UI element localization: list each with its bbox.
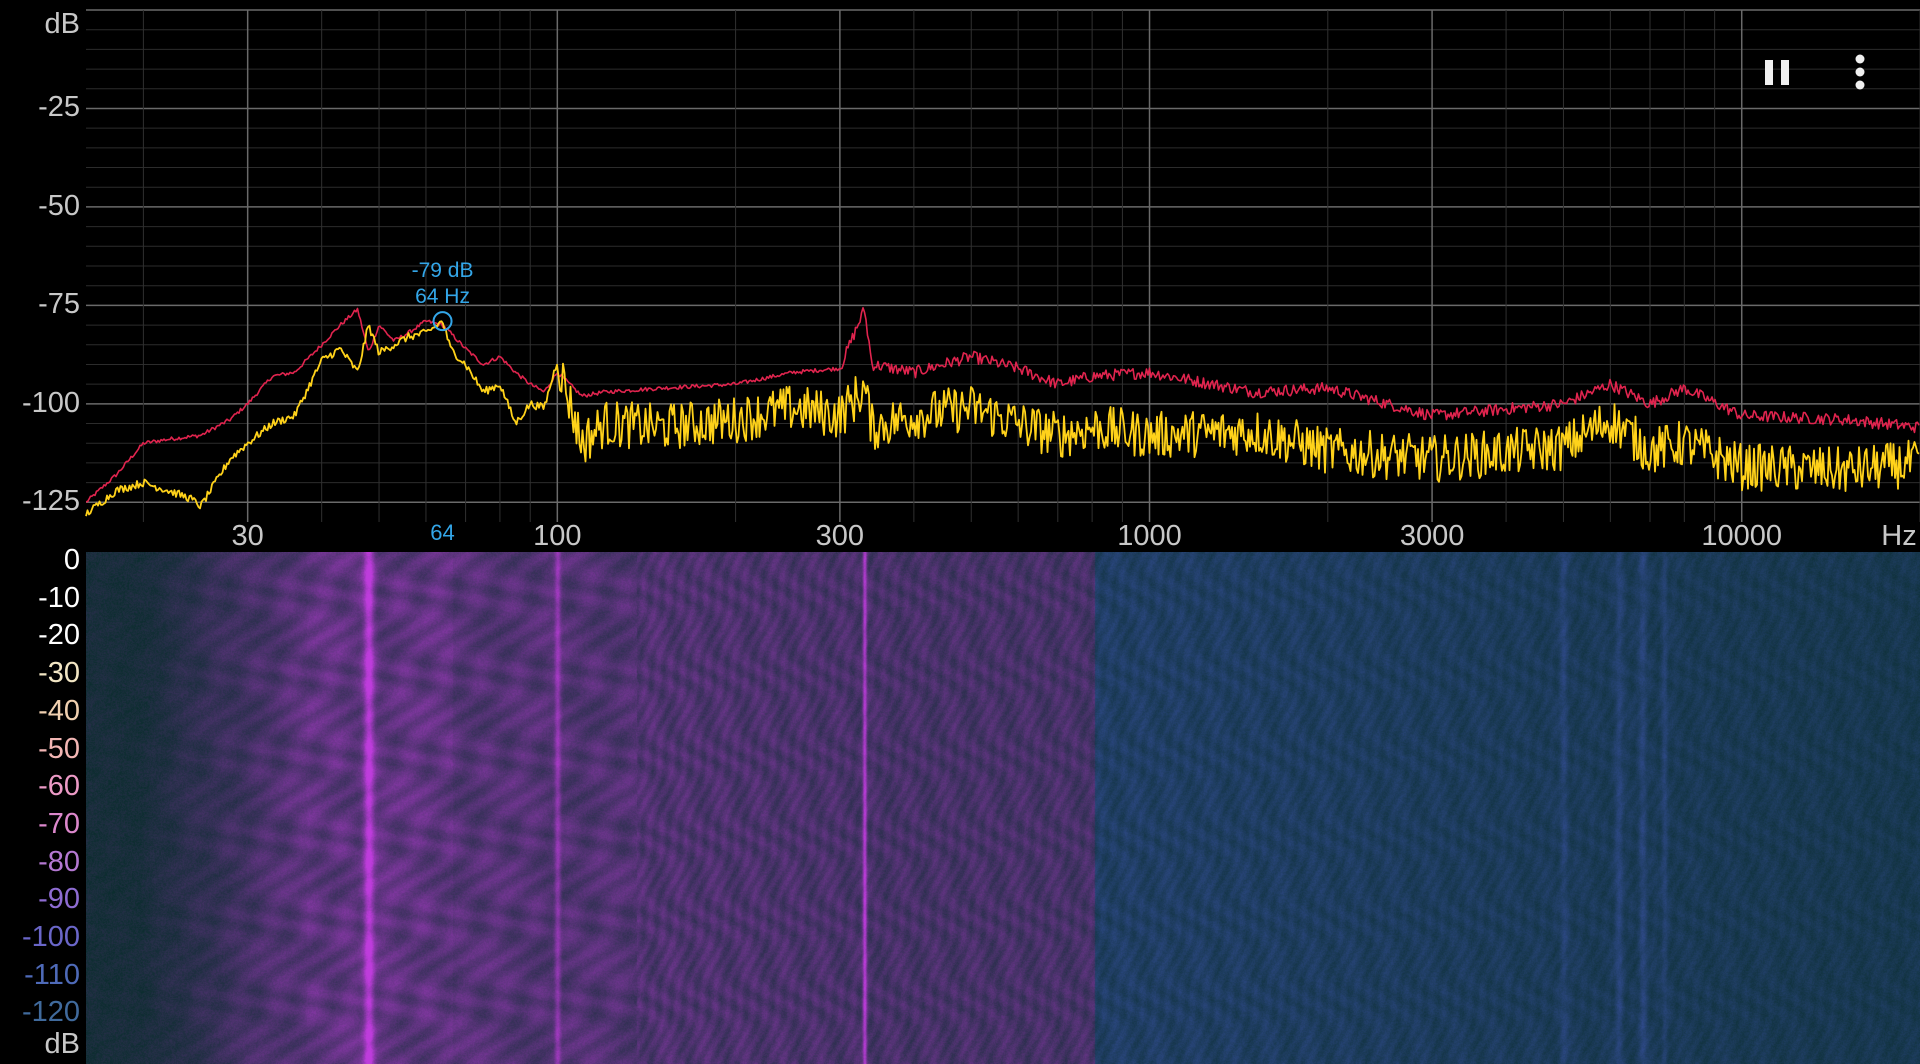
- spectrogram-scale-label: -90: [38, 883, 80, 916]
- spectrogram-scale-label: -120: [21, 996, 80, 1029]
- spectrogram-image[interactable]: [86, 552, 1920, 1064]
- spectrogram-scale-label: -30: [38, 657, 80, 690]
- more-options-button[interactable]: [1832, 44, 1888, 100]
- x-tick-label: 1000: [1117, 520, 1182, 552]
- y-tick-label: -75: [38, 288, 80, 321]
- spectrogram-scale-label: -50: [38, 732, 80, 765]
- x-tick-label: 10000: [1701, 520, 1783, 552]
- x-tick-label: 30: [231, 520, 264, 552]
- more-vert-icon: [1855, 54, 1865, 90]
- y-axis-unit: dB: [44, 8, 80, 40]
- spectrogram-scale-label: -10: [38, 581, 80, 614]
- x-tick-label: 300: [815, 520, 865, 552]
- peak-marker-readout: -79 dB 64 Hz: [412, 258, 474, 310]
- spectrum-trace-1: [86, 307, 1920, 503]
- y-tick-label: -100: [21, 386, 80, 419]
- y-tick-label: -50: [38, 189, 80, 222]
- spectrum-analyzer-app: dB -25 -50 -75 -100 -125 Hz 30 100 300 1000 3000…: [0, 0, 1920, 1064]
- spectrogram-scale-label: 0: [63, 544, 80, 576]
- spectrogram-scale-label: -110: [24, 958, 80, 991]
- spectrogram-scale-label: -70: [38, 807, 80, 840]
- spectrogram-scale-label: -80: [38, 845, 80, 878]
- spectrogram-scale-label: -100: [21, 921, 80, 953]
- spectrogram-scale-label: -40: [38, 694, 80, 727]
- peak-marker-db: -79 dB: [411, 259, 474, 283]
- spectrum-plot[interactable]: dB -25 -50 -75 -100 -125 Hz 30 100 300 1000 3000…: [0, 0, 1920, 552]
- x-tick-label: 100: [533, 520, 582, 552]
- pause-button[interactable]: [1750, 44, 1806, 100]
- y-tick-label: -125: [21, 485, 80, 518]
- spectrogram-scale-label: -60: [38, 770, 80, 803]
- spectrogram-scale-label: -20: [38, 619, 80, 652]
- spectrum-plot-area[interactable]: [0, 0, 1920, 552]
- x-tick-label: 3000: [1399, 520, 1465, 552]
- y-tick-label: -25: [38, 91, 80, 124]
- x-axis-unit: Hz: [1881, 520, 1917, 552]
- pause-icon: [1765, 60, 1789, 85]
- peak-marker-freq: 64 Hz: [415, 285, 470, 309]
- spectrum-trace-2: [85, 320, 1920, 517]
- spectrogram-panel[interactable]: dB 0 -10 -20 -30 -40 -50 -60 -70 -80 -90 -100 -110 -…: [0, 544, 1920, 1064]
- peak-marker-freq-tick: 64: [430, 520, 455, 545]
- spectrogram-scale-unit: dB: [44, 1028, 80, 1060]
